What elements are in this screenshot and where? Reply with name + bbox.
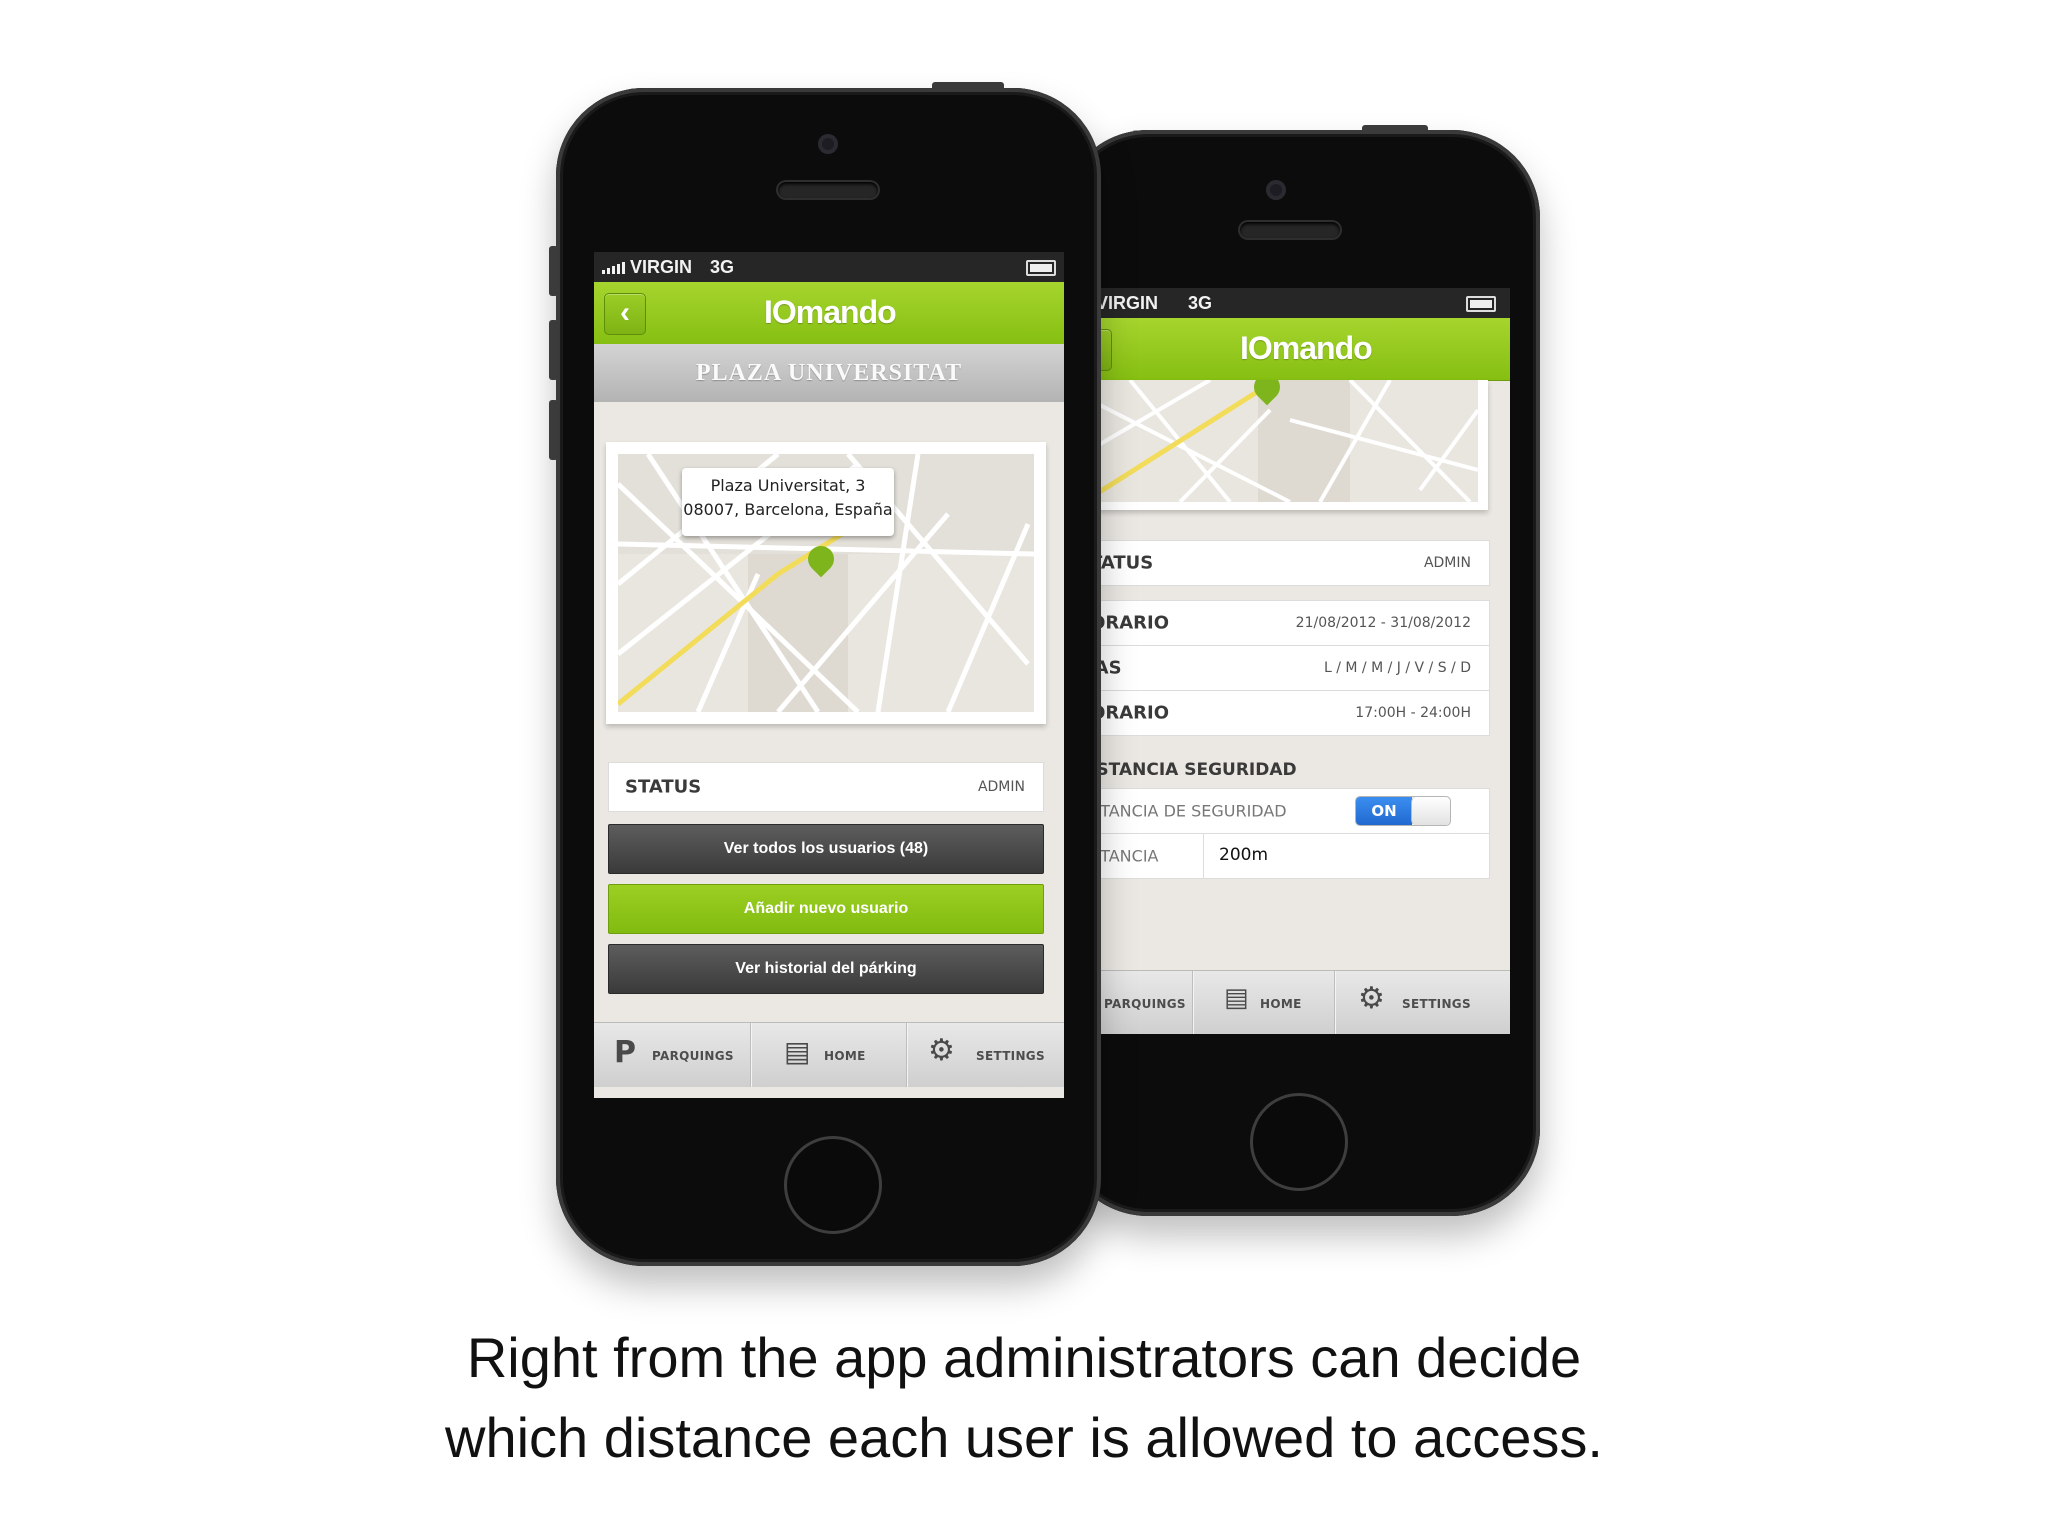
map-view[interactable]: [1090, 380, 1478, 502]
tab-bar: PARQUINGS ▤ HOME ⚙ SETTINGS: [1090, 970, 1510, 1034]
toggle-on-label: ON: [1356, 797, 1412, 825]
tab-parquings[interactable]: PARQUINGS: [1090, 971, 1193, 1034]
tab-label: HOME: [1260, 997, 1302, 1011]
app-header: ‹ IOmando: [594, 282, 1064, 345]
battery-icon: [1026, 260, 1056, 276]
network-label: 3G: [710, 257, 735, 277]
app-logo: IOmando: [764, 294, 897, 330]
safety-distance-label: DISTANCIA DE SEGURIDAD: [1090, 801, 1287, 821]
schedule-row-days: DÍAS L / M / M / J / V / S / D: [1090, 645, 1490, 691]
distance-divider: [1203, 834, 1204, 878]
network-label: 3G: [1188, 293, 1213, 313]
distance-row: DISTANCIA 200m: [1090, 833, 1490, 879]
volume-up-button[interactable]: [549, 320, 558, 380]
status-value: ADMIN: [977, 779, 1025, 795]
status-row: STATUS ADMIN: [1090, 540, 1490, 586]
back-phone-home-button[interactable]: [1250, 1093, 1348, 1191]
back-button[interactable]: ‹: [604, 293, 646, 335]
caption-line-1: Right from the app administrators can de…: [466, 1326, 1582, 1389]
back-phone-speaker: [1240, 222, 1340, 238]
carrier-label: VIRGIN: [630, 257, 693, 277]
garage-door-icon: ▤: [1224, 983, 1249, 1013]
caption-line-2: which distance each user is allowed to a…: [445, 1406, 1603, 1469]
status-bar: VIRGIN 3G: [1090, 288, 1510, 318]
status-row: STATUS ADMIN: [608, 762, 1044, 812]
back-phone: VIRGIN 3G ‹ IOmando: [1060, 125, 1540, 1216]
tab-label: SETTINGS: [976, 1049, 1045, 1063]
address-line-2: 08007, Barcelona, España: [683, 500, 893, 519]
days-value: L / M / M / J / V / S / D: [1323, 660, 1471, 676]
back-phone-camera: [1266, 180, 1286, 200]
front-phone-screen: VIRGIN 3G ‹ IOmando PLAZA UNIVERSITAT Pl…: [594, 252, 1064, 1098]
status-label: STATUS: [625, 776, 702, 798]
distance-input[interactable]: 200m: [1219, 845, 1268, 865]
address-tooltip: Plaza Universitat, 3 08007, Barcelona, E…: [682, 468, 894, 536]
tab-bar: P PARQUINGS ▤ HOME ⚙ SETTINGS: [594, 1022, 1064, 1087]
tab-home[interactable]: ▤ HOME: [1192, 971, 1335, 1034]
map-card: Plaza Universitat, 3 08007, Barcelona, E…: [606, 442, 1046, 724]
carrier-label: VIRGIN: [1096, 293, 1159, 313]
battery-icon: [1466, 296, 1496, 312]
schedule-row-dates: HORARIO 21/08/2012 - 31/08/2012: [1090, 600, 1490, 646]
gear-icon: ⚙: [1358, 981, 1385, 1016]
parking-history-button[interactable]: Ver historial del párking: [608, 944, 1044, 994]
back-phone-top-button: [1362, 125, 1428, 133]
tab-parquings[interactable]: P PARQUINGS: [594, 1023, 751, 1087]
schedule-label: HORARIO: [1090, 612, 1170, 634]
schedule-row-hours: HORARIO 17:00H - 24:00H: [1090, 690, 1490, 736]
front-phone-home-button[interactable]: [784, 1136, 882, 1234]
status-value: ADMIN: [1423, 555, 1471, 571]
add-user-button[interactable]: Añadir nuevo usuario: [608, 884, 1044, 934]
parking-icon: P: [614, 1035, 636, 1070]
back-phone-screen: VIRGIN 3G ‹ IOmando: [1090, 288, 1510, 1034]
tab-label: PARQUINGS: [1104, 997, 1186, 1011]
status-bar: VIRGIN 3G: [594, 252, 1064, 282]
safety-distance-toggle-row: DISTANCIA DE SEGURIDAD ON: [1090, 788, 1490, 834]
address-line-1: Plaza Universitat, 3: [710, 476, 866, 495]
hours-value: 17:00H - 24:00H: [1355, 705, 1471, 721]
signal-icon: [602, 262, 625, 274]
front-phone-camera: [818, 134, 838, 154]
caption: Right from the app administrators can de…: [0, 1318, 2048, 1478]
tab-label: PARQUINGS: [652, 1049, 734, 1063]
view-all-users-button[interactable]: Ver todos los usuarios (48): [608, 824, 1044, 874]
toggle-knob[interactable]: [1411, 797, 1450, 825]
schedule-value: 21/08/2012 - 31/08/2012: [1295, 615, 1471, 631]
garage-door-icon: ▤: [784, 1035, 811, 1068]
mute-switch[interactable]: [549, 246, 558, 296]
hours-label: HORARIO: [1090, 702, 1170, 724]
tab-label: HOME: [824, 1049, 866, 1063]
front-phone-speaker: [778, 182, 878, 198]
tab-label: SETTINGS: [1402, 997, 1471, 1011]
tab-home[interactable]: ▤ HOME: [750, 1023, 907, 1087]
app-header: ‹ IOmando: [1090, 318, 1510, 381]
map-streets: [1090, 380, 1478, 502]
page-title: PLAZA UNIVERSITAT: [594, 344, 1064, 402]
front-phone: VIRGIN 3G ‹ IOmando PLAZA UNIVERSITAT Pl…: [549, 82, 1101, 1266]
safety-distance-toggle[interactable]: ON: [1355, 796, 1451, 826]
sleep-button[interactable]: [932, 82, 1004, 91]
map-card: [1090, 380, 1488, 510]
gear-icon: ⚙: [928, 1033, 955, 1068]
map-view[interactable]: Plaza Universitat, 3 08007, Barcelona, E…: [618, 454, 1034, 712]
app-logo: IOmando: [1240, 330, 1373, 366]
volume-down-button[interactable]: [549, 400, 558, 460]
section-title: DISTANCIA SEGURIDAD: [1090, 760, 1297, 780]
tab-settings[interactable]: ⚙ SETTINGS: [1334, 971, 1510, 1034]
tab-settings[interactable]: ⚙ SETTINGS: [906, 1023, 1064, 1087]
